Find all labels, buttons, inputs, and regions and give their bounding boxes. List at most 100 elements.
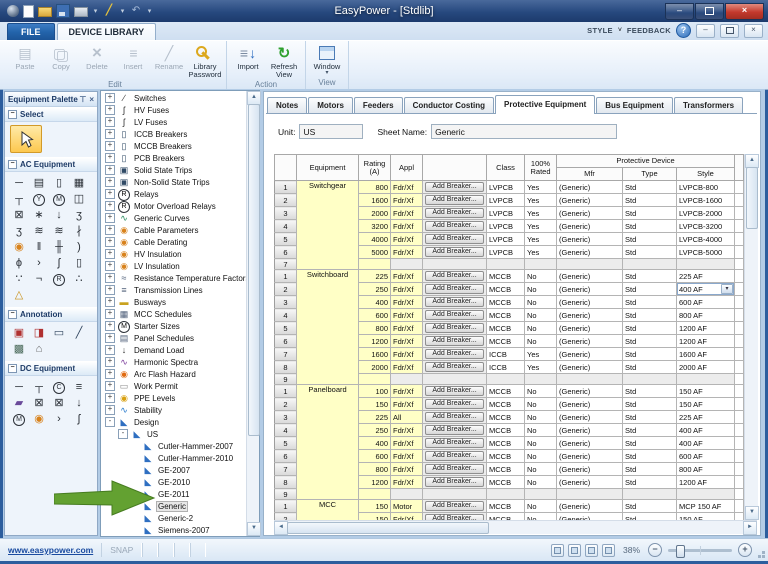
row-number[interactable]: 1 (275, 385, 297, 398)
tree-item-solid-state-trips[interactable]: +▣Solid State Trips (101, 164, 247, 176)
rated-cell[interactable]: No (525, 450, 557, 463)
rating-cell[interactable]: 2000 (359, 361, 391, 374)
row-number[interactable]: 9 (275, 489, 297, 500)
rating-cell[interactable]: 1200 (359, 335, 391, 348)
row-number[interactable]: 2 (275, 194, 297, 207)
expand-icon[interactable]: + (105, 165, 115, 175)
scroll-right-icon[interactable]: ► (743, 521, 757, 535)
style-caret-icon[interactable] (618, 27, 622, 34)
row-number[interactable]: 3 (275, 296, 297, 309)
appl-cell[interactable]: Fdr/Xf (391, 361, 423, 374)
style-dropdown-icon[interactable]: ▾ (721, 284, 733, 294)
class-cell[interactable]: MCCB (487, 398, 525, 411)
add-breaker-button[interactable]: Add Breaker... (425, 438, 484, 448)
sheet-tab-motors[interactable]: Motors (308, 97, 353, 113)
style-cell[interactable] (677, 489, 735, 500)
dc-feeder-icon[interactable]: ↓ (69, 395, 89, 411)
tree-item-starter-sizes[interactable]: +MStarter Sizes (101, 320, 247, 332)
phase-shifter-icon[interactable]: ϕ (9, 255, 29, 271)
capacitor-icon[interactable]: ) (69, 239, 89, 255)
rating-cell[interactable]: 1600 (359, 194, 391, 207)
rated-cell[interactable]: Yes (525, 181, 557, 194)
mfr-cell[interactable]: (Generic) (557, 220, 623, 233)
rated-cell[interactable]: No (525, 322, 557, 335)
style-cell[interactable]: LVPCB-1600 (677, 194, 735, 207)
mfr-cell[interactable]: (Generic) (557, 348, 623, 361)
appl-cell[interactable]: Fdr/Xf (391, 270, 423, 283)
zigzag-winding-icon[interactable]: ≋ (49, 223, 69, 239)
expand-icon[interactable]: + (105, 237, 115, 247)
type-cell[interactable]: Std (623, 246, 677, 259)
restore-button[interactable] (695, 3, 724, 20)
palette-close-icon[interactable]: × (89, 95, 94, 104)
pen-icon[interactable] (103, 5, 115, 17)
add-breaker-button[interactable]: Add Breaker... (425, 221, 484, 231)
ground-icon[interactable]: ¬ (29, 271, 49, 287)
rating-cell[interactable]: 400 (359, 437, 391, 450)
inductor-icon[interactable]: ʒ (69, 207, 89, 223)
battery-icon[interactable]: ≡ (69, 379, 89, 395)
class-cell[interactable]: LVPCB (487, 246, 525, 259)
add-breaker-button[interactable]: Add Breaker... (425, 362, 484, 372)
type-cell[interactable]: Std (623, 233, 677, 246)
tree-item-us[interactable]: -◣US (101, 428, 247, 440)
style-cell[interactable]: 2000 AF (677, 361, 735, 374)
collapse-icon[interactable]: - (118, 429, 128, 439)
equipment-group-cell[interactable]: MCC (297, 500, 359, 521)
relay-icon[interactable]: R (49, 271, 69, 287)
type-cell[interactable]: Std (623, 322, 677, 335)
class-cell[interactable]: ICCB (487, 348, 525, 361)
zoom-previous-icon[interactable] (585, 544, 598, 557)
row-number[interactable]: 8 (275, 361, 297, 374)
style-cell[interactable]: 1200 AF (677, 476, 735, 489)
type-cell[interactable]: Std (623, 476, 677, 489)
rated-cell[interactable]: No (525, 513, 557, 521)
row-number[interactable]: 5 (275, 437, 297, 450)
rated-cell[interactable]: No (525, 463, 557, 476)
add-breaker-button[interactable]: Add Breaker... (425, 349, 484, 359)
class-cell[interactable] (487, 489, 525, 500)
type-cell[interactable]: Std (623, 194, 677, 207)
class-cell[interactable]: MCCB (487, 283, 525, 296)
style-menu[interactable]: STYLE (587, 26, 613, 35)
add-breaker-button[interactable]: Add Breaker... (425, 464, 484, 474)
row-number[interactable]: 5 (275, 233, 297, 246)
rating-cell[interactable]: 150 (359, 513, 391, 521)
type-cell[interactable]: Std (623, 398, 677, 411)
tree-item-ge-2007[interactable]: ◣GE-2007 (101, 464, 247, 476)
tab-device-library[interactable]: DEVICE LIBRARY (57, 23, 157, 40)
type-cell[interactable]: Std (623, 296, 677, 309)
add-breaker-button[interactable]: Add Breaker... (425, 477, 484, 487)
style-cell[interactable]: 400 AF (677, 424, 735, 437)
type-cell[interactable]: Std (623, 450, 677, 463)
grid-hscroll-thumb[interactable] (287, 522, 489, 534)
expand-icon[interactable]: + (105, 345, 115, 355)
equipment-group-cell[interactable]: Panelboard (297, 385, 359, 500)
expand-icon[interactable]: + (105, 405, 115, 415)
expand-icon[interactable]: + (105, 189, 115, 199)
fuse-icon[interactable]: ʃ (49, 255, 69, 271)
scroll-down-icon[interactable]: ▼ (745, 506, 759, 520)
class-cell[interactable]: MCCB (487, 411, 525, 424)
style-cell[interactable]: MCP 150 AF (677, 500, 735, 513)
caret-icon[interactable] (146, 5, 153, 17)
collapse-icon[interactable]: − (8, 160, 17, 169)
appl-cell[interactable]: Fdr/Xf (391, 437, 423, 450)
tree-item-work-permit[interactable]: +▭Work Permit (101, 380, 247, 392)
grid-vertical-scrollbar[interactable]: ▲ ▼ (744, 154, 758, 520)
add-breaker-button[interactable]: Add Breaker... (425, 386, 484, 396)
help-icon[interactable]: ? (676, 23, 691, 38)
mfr-cell[interactable] (557, 489, 623, 500)
sheet-tab-feeders[interactable]: Feeders (354, 97, 403, 113)
rated-cell[interactable]: No (525, 283, 557, 296)
expand-icon[interactable]: + (105, 357, 115, 367)
dc-bus-icon[interactable]: ─ (9, 379, 29, 395)
add-breaker-button[interactable]: Add Breaker... (425, 399, 484, 409)
dc-fuse-icon[interactable]: ʃ (69, 411, 89, 427)
appl-cell[interactable]: Fdr/Xf (391, 283, 423, 296)
solar-panel-icon[interactable]: ▰ (9, 395, 29, 411)
reactor-icon[interactable]: ʒ (9, 223, 29, 239)
expand-icon[interactable]: + (105, 201, 115, 211)
type-cell[interactable]: Std (623, 270, 677, 283)
appl-cell[interactable]: Fdr/Xf (391, 348, 423, 361)
